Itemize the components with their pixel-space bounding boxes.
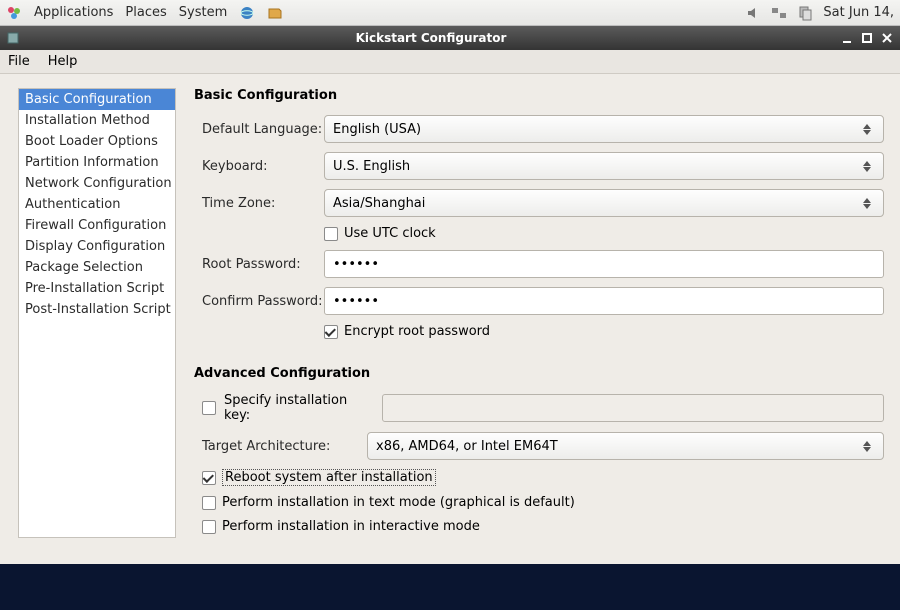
combo-spinner-icon [863, 198, 875, 209]
keyboard-value: U.S. English [333, 159, 863, 174]
interactive-mode-checkbox[interactable] [202, 520, 216, 534]
sidebar-item-authentication[interactable]: Authentication [19, 194, 175, 215]
sidebar-item-firewall-configuration[interactable]: Firewall Configuration [19, 215, 175, 236]
encrypt-root-password-label: Encrypt root password [344, 324, 490, 339]
default-language-value: English (USA) [333, 122, 863, 137]
default-language-label: Default Language: [202, 122, 324, 137]
network-icon[interactable] [771, 5, 787, 21]
text-mode-checkbox[interactable] [202, 496, 216, 510]
sidebar-item-installation-method[interactable]: Installation Method [19, 110, 175, 131]
distro-logo-icon [6, 5, 22, 21]
sidebar-item-boot-loader-options[interactable]: Boot Loader Options [19, 131, 175, 152]
installation-key-input[interactable] [382, 394, 884, 422]
sidebar-item-package-selection[interactable]: Package Selection [19, 257, 175, 278]
clipboard-icon[interactable] [797, 5, 813, 21]
timezone-value: Asia/Shanghai [333, 196, 863, 211]
menubar: File Help [0, 50, 900, 74]
utc-clock-checkbox[interactable] [324, 227, 338, 241]
target-architecture-value: x86, AMD64, or Intel EM64T [376, 439, 863, 454]
root-password-label: Root Password: [202, 257, 324, 272]
browser-launcher-icon[interactable] [239, 5, 255, 21]
window-titlebar: Kickstart Configurator [0, 26, 900, 50]
specify-installation-key-label: Specify installation key: [224, 393, 374, 423]
panel-menu-applications[interactable]: Applications [34, 5, 113, 20]
timezone-label: Time Zone: [202, 196, 324, 211]
volume-icon[interactable] [745, 5, 761, 21]
combo-spinner-icon [863, 124, 875, 135]
specify-installation-key-checkbox[interactable] [202, 401, 216, 415]
main-content: Basic Configuration Default Language: En… [194, 88, 884, 544]
panel-menu-places[interactable]: Places [125, 5, 166, 20]
sidebar-item-display-configuration[interactable]: Display Configuration [19, 236, 175, 257]
sidebar-item-partition-information[interactable]: Partition Information [19, 152, 175, 173]
app-window: Kickstart Configurator File Help Basic C… [0, 26, 900, 564]
panel-menu-system[interactable]: System [179, 5, 227, 20]
utc-clock-label: Use UTC clock [344, 226, 436, 241]
panel-clock[interactable]: Sat Jun 14, [823, 5, 894, 20]
combo-spinner-icon [863, 161, 875, 172]
text-mode-label: Perform installation in text mode (graph… [222, 495, 575, 510]
window-close-button[interactable] [880, 31, 894, 45]
sidebar-item-pre-installation-script[interactable]: Pre-Installation Script [19, 278, 175, 299]
window-minimize-button[interactable] [840, 31, 854, 45]
app-icon [6, 31, 20, 45]
root-password-input[interactable] [324, 250, 884, 278]
combo-spinner-icon [863, 441, 875, 452]
menu-file[interactable]: File [8, 54, 30, 69]
target-architecture-combo[interactable]: x86, AMD64, or Intel EM64T [367, 432, 884, 460]
target-architecture-label: Target Architecture: [202, 439, 367, 454]
sidebar-item-network-configuration[interactable]: Network Configuration [19, 173, 175, 194]
desktop-top-panel: Applications Places System Sat Jun 14, [0, 0, 900, 26]
reboot-after-install-label: Reboot system after installation [222, 469, 436, 486]
keyboard-combo[interactable]: U.S. English [324, 152, 884, 180]
book-launcher-icon[interactable] [267, 5, 283, 21]
basic-configuration-heading: Basic Configuration [194, 88, 884, 103]
sidebar-item-post-installation-script[interactable]: Post-Installation Script [19, 299, 175, 320]
keyboard-label: Keyboard: [202, 159, 324, 174]
confirm-password-input[interactable] [324, 287, 884, 315]
window-maximize-button[interactable] [860, 31, 874, 45]
sidebar-item-basic-configuration[interactable]: Basic Configuration [19, 89, 175, 110]
advanced-configuration-heading: Advanced Configuration [194, 366, 884, 381]
encrypt-root-password-checkbox[interactable] [324, 325, 338, 339]
interactive-mode-label: Perform installation in interactive mode [222, 519, 480, 534]
confirm-password-label: Confirm Password: [202, 294, 324, 309]
timezone-combo[interactable]: Asia/Shanghai [324, 189, 884, 217]
reboot-after-install-checkbox[interactable] [202, 471, 216, 485]
default-language-combo[interactable]: English (USA) [324, 115, 884, 143]
sidebar: Basic Configuration Installation Method … [18, 88, 176, 538]
menu-help[interactable]: Help [48, 54, 78, 69]
window-title: Kickstart Configurator [28, 31, 834, 45]
